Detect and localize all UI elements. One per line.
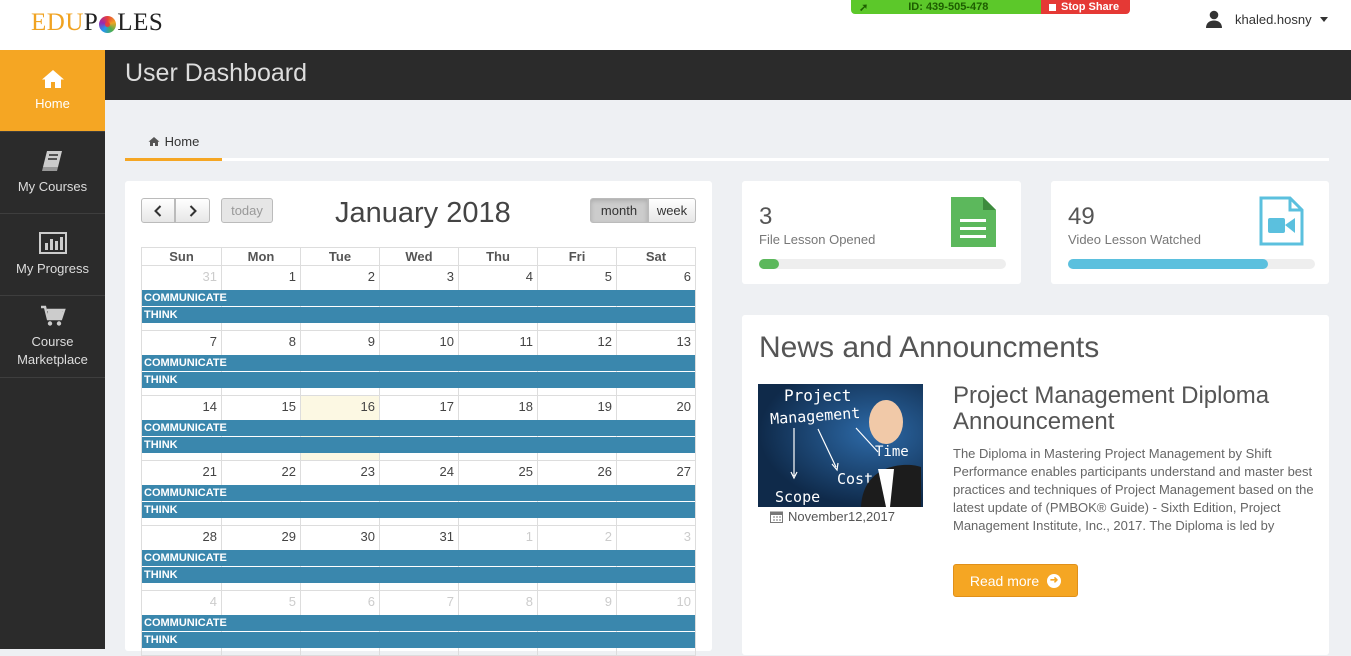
event-communicate[interactable]: COMMUNICATE (142, 355, 695, 371)
chevron-right-icon (189, 204, 197, 217)
breadcrumb-home[interactable]: Home (125, 125, 222, 161)
file-lessons-label: File Lesson Opened (759, 232, 876, 247)
bar-chart-icon (38, 231, 67, 254)
weekday-label: Wed (379, 248, 458, 265)
event-think[interactable]: THINK (142, 632, 695, 648)
event-communicate[interactable]: COMMUNICATE (142, 290, 695, 306)
event-communicate[interactable]: COMMUNICATE (142, 420, 695, 436)
video-lessons-label: Video Lesson Watched (1068, 232, 1201, 247)
calendar-title: January 2018 (335, 197, 511, 229)
event-think[interactable]: THINK (142, 307, 695, 323)
calendar-icon (770, 511, 783, 523)
video-lessons-count: 49 (1068, 203, 1095, 230)
calendar-card: today January 2018 month week Sun Mon Tu… (125, 181, 712, 656)
book-icon (41, 150, 62, 171)
chevron-left-icon (154, 204, 162, 217)
sidebar-item-my-progress[interactable]: My Progress (0, 214, 105, 296)
sidebar: Home My Courses My Progress Course Marke… (0, 50, 105, 649)
calendar-week: 4 5 6 7 8 9 10 COMMUNICATE THINK (141, 591, 696, 656)
stop-share-button[interactable]: Stop Share (1041, 0, 1130, 14)
page-title: User Dashboard (125, 59, 308, 87)
video-file-icon (1259, 196, 1304, 246)
event-communicate[interactable]: COMMUNICATE (142, 615, 695, 631)
weekday-label: Sun (169, 249, 194, 264)
article-image[interactable]: Project Management Time Cost Scope (758, 384, 923, 507)
weekday-label: Mon (221, 248, 300, 265)
news-card: News and Announcments Project Management… (742, 315, 1329, 655)
event-think[interactable]: THINK (142, 372, 695, 388)
file-lessons-progress-fill (759, 259, 779, 269)
user-icon (1206, 10, 1222, 28)
sidebar-item-course-marketplace[interactable]: Course Marketplace (0, 296, 105, 378)
screen-share-bar: ➚ ID: 439-505-478 Stop Share (851, 0, 1130, 14)
event-think[interactable]: THINK (142, 502, 695, 518)
file-lessons-card: 3 File Lesson Opened (742, 181, 1021, 284)
edupoles-logo[interactable]: EDU P LES (31, 9, 163, 37)
sidebar-item-my-courses[interactable]: My Courses (0, 132, 105, 214)
diagram-arrows (790, 400, 921, 507)
video-lessons-card: 49 Video Lesson Watched (1051, 181, 1329, 284)
video-lessons-progress (1068, 259, 1315, 269)
weekday-label: Fri (537, 248, 616, 265)
event-think[interactable]: THINK (142, 567, 695, 583)
week-view-button[interactable]: week (648, 198, 696, 223)
calendar-week: 14 15 16 17 18 19 20 COMMUNICATE THINK (141, 396, 696, 461)
calendar-week: 31 1 2 3 4 5 6 COMMUNICATE THINK (141, 266, 696, 331)
cart-icon (40, 305, 66, 326)
weekday-header: Sun Mon Tue Wed Thu Fri Sat (141, 247, 696, 266)
article-date: November12,2017 (770, 509, 895, 524)
read-more-button[interactable]: Read more ➜ (953, 564, 1078, 597)
event-think[interactable]: THINK (142, 437, 695, 453)
sidebar-item-home[interactable]: Home (0, 50, 105, 132)
file-lessons-progress (759, 259, 1006, 269)
prev-month-button[interactable] (141, 198, 175, 223)
arrow-right-circle-icon: ➜ (1047, 573, 1062, 588)
share-arrow-icon: ➚ (859, 1, 869, 14)
share-id[interactable]: ➚ ID: 439-505-478 (851, 0, 1041, 14)
article-body: The Diploma in Mastering Project Managem… (953, 446, 1314, 533)
stop-icon (1049, 3, 1056, 11)
article-title[interactable]: Project Management Diploma Announcement (953, 383, 1313, 435)
page-header: User Dashboard (105, 50, 1351, 100)
logo-globe-icon (99, 15, 117, 33)
calendar-week: 21 22 23 24 25 26 27 COMMUNICATE THINK (141, 461, 696, 526)
home-icon (148, 137, 160, 146)
today-button[interactable]: today (221, 198, 273, 223)
calendar-week: 7 8 9 10 11 12 13 COMMUNICATE THINK (141, 331, 696, 396)
chevron-down-icon (1319, 16, 1328, 22)
weekday-label: Thu (458, 248, 537, 265)
user-menu[interactable]: khaled.hosny (1205, 10, 1328, 28)
username: khaled.hosny (1235, 11, 1312, 27)
file-icon (951, 197, 996, 247)
weekday-label: Sat (616, 248, 695, 265)
event-communicate[interactable]: COMMUNICATE (142, 485, 695, 501)
event-communicate[interactable]: COMMUNICATE (142, 550, 695, 566)
calendar-grid: Sun Mon Tue Wed Thu Fri Sat 31 1 2 3 4 5… (141, 247, 696, 656)
news-heading: News and Announcments (759, 331, 1100, 364)
video-lessons-progress-fill (1068, 259, 1269, 269)
home-icon (41, 69, 64, 88)
next-month-button[interactable] (175, 198, 210, 223)
breadcrumb: Home (125, 125, 1329, 161)
month-view-button[interactable]: month (590, 198, 648, 223)
weekday-label: Tue (300, 248, 379, 265)
calendar-week: 28 29 30 31 1 2 3 COMMUNICATE THINK (141, 526, 696, 591)
top-bar: EDU P LES ➚ ID: 439-505-478 Stop Share khal… (0, 0, 1351, 50)
file-lessons-count: 3 (759, 203, 773, 230)
